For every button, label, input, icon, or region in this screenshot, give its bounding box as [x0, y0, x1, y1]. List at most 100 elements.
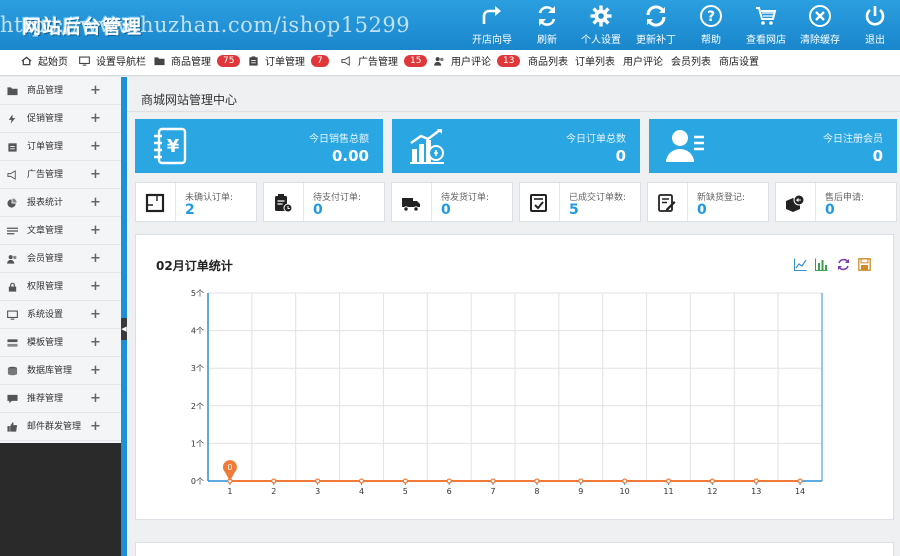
tool-label: 刷新: [537, 35, 557, 46]
mini-card-after-sales[interactable]: 售后申请: 0: [775, 182, 897, 222]
mini-value: 0: [825, 202, 835, 218]
tool-view-shop[interactable]: 查看网店: [741, 4, 791, 46]
tool-refresh[interactable]: 刷新: [522, 4, 572, 46]
expand-plus-icon[interactable]: +: [90, 161, 101, 189]
megaphone-icon: [7, 170, 16, 180]
sidebar-item-reports[interactable]: 报表统计 +: [0, 189, 121, 217]
sidebar-item-database[interactable]: 数据库管理 +: [0, 357, 121, 385]
stat-card-today-orders[interactable]: 今日订单总数 0: [392, 119, 640, 173]
expand-plus-icon[interactable]: +: [90, 329, 101, 357]
mark-point-label: 0: [227, 463, 232, 472]
nav-item-nav-settings[interactable]: 设置导航栏: [79, 50, 146, 76]
sidebar-item-members[interactable]: 会员管理 +: [0, 245, 121, 273]
mini-card-unconfirmed-orders[interactable]: 未确认订单: 2: [135, 182, 257, 222]
folder-icon: [154, 57, 165, 66]
nav-item-user-comments[interactable]: 用户评论 13: [434, 50, 521, 76]
y-tick-label: 4个: [191, 327, 204, 336]
y-tick-label: 5个: [191, 289, 204, 298]
expand-plus-icon[interactable]: +: [90, 77, 101, 105]
mini-card-unshipped-orders[interactable]: 待发货订单: 0: [391, 182, 513, 222]
top-bar: 网站后台管理 https://www.huzhan.com/ishop15299…: [0, 0, 900, 50]
nav-link-member-list[interactable]: 会员列表: [671, 50, 711, 76]
nav-item-ads[interactable]: 广告管理 15: [341, 50, 428, 76]
tool-clear-cache[interactable]: 清除缓存: [795, 4, 845, 46]
data-point: [446, 478, 452, 484]
sidebar-item-mass-email[interactable]: 邮件群发管理 +: [0, 413, 121, 441]
stat-card-today-members[interactable]: 今日注册会员 0: [649, 119, 897, 173]
expand-plus-icon[interactable]: +: [90, 189, 101, 217]
sidebar-item-templates[interactable]: 模板管理 +: [0, 329, 121, 357]
sidebar-item-articles[interactable]: 文章管理 +: [0, 217, 121, 245]
folder-icon: [7, 87, 18, 96]
expand-plus-icon[interactable]: +: [90, 105, 101, 133]
expand-plus-icon[interactable]: +: [90, 217, 101, 245]
square-icon: [145, 193, 165, 213]
expand-plus-icon[interactable]: +: [90, 133, 101, 161]
nav-link-shop-settings[interactable]: 商店设置: [719, 50, 759, 76]
sidebar-item-permissions[interactable]: 权限管理 +: [0, 273, 121, 301]
goods-count-badge: 75: [217, 55, 241, 67]
sidebar-item-orders[interactable]: 订单管理 +: [0, 133, 121, 161]
monitor-icon: [7, 310, 18, 320]
return-box-icon: [786, 194, 805, 212]
expand-plus-icon[interactable]: +: [90, 357, 101, 385]
mini-value: 0: [697, 202, 707, 218]
sidebar-item-system-settings[interactable]: 系统设置 +: [0, 301, 121, 329]
payment-clipboard-icon: [275, 194, 293, 213]
data-point: [709, 478, 715, 484]
sidebar-item-promotion[interactable]: 促销管理 +: [0, 105, 121, 133]
stat-card-today-sales[interactable]: ¥ 今日销售总额 0.00: [135, 119, 383, 173]
bolt-icon: [8, 114, 16, 124]
expand-plus-icon[interactable]: +: [90, 273, 101, 301]
x-tick-label: 1: [227, 487, 232, 496]
nav-link-user-comments[interactable]: 用户评论: [623, 50, 663, 76]
help-icon: ?: [700, 5, 722, 27]
nav-item-orders[interactable]: 订单管理 7: [248, 50, 329, 76]
title-divider: [127, 111, 900, 112]
sync-icon: [646, 5, 666, 27]
quick-nav-bar: 起始页 设置导航栏 商品管理 75 订单管理 7 广告管理 15 用户评论 13 商品列…: [0, 50, 900, 76]
mini-card-completed-orders[interactable]: 已成交订单数: 5: [519, 182, 641, 222]
clear-icon: [809, 5, 831, 27]
tool-help[interactable]: ? 帮助: [686, 4, 736, 46]
nav-link-goods-list[interactable]: 商品列表: [528, 50, 568, 76]
nav-item-goods[interactable]: 商品管理 75: [154, 50, 241, 76]
stat-value: 0.00: [331, 147, 369, 165]
expand-plus-icon[interactable]: +: [90, 301, 101, 329]
ads-count-badge: 15: [404, 55, 428, 67]
pie-chart-icon: [7, 198, 17, 208]
expand-plus-icon[interactable]: +: [90, 245, 101, 273]
tool-start-wizard[interactable]: 开店向导: [467, 4, 517, 46]
share-arrow-icon: [482, 6, 501, 24]
y-tick-label: 0个: [191, 477, 204, 486]
sidebar-item-recommend[interactable]: 推荐管理 +: [0, 385, 121, 413]
sidebar-item-goods[interactable]: 商品管理 +: [0, 77, 121, 105]
mini-card-stockout-registrations[interactable]: 新缺货登记: 0: [647, 182, 769, 222]
stat-label: 今日销售总额: [309, 134, 369, 145]
tool-label: 清除缓存: [800, 35, 840, 46]
sidebar-item-ads[interactable]: 广告管理 +: [0, 161, 121, 189]
stat-label: 今日订单总数: [566, 134, 626, 145]
x-tick-label: 5: [403, 487, 408, 496]
tool-label: 退出: [865, 35, 885, 46]
y-tick-label: 2个: [191, 402, 204, 411]
x-tick-label: 8: [534, 487, 539, 496]
list-icon: [7, 227, 18, 235]
x-tick-label: 7: [491, 487, 496, 496]
expand-plus-icon[interactable]: +: [90, 413, 101, 441]
nav-item-start-page[interactable]: 起始页: [21, 50, 68, 76]
lock-icon: [8, 282, 17, 292]
tool-update-patch[interactable]: 更新补丁: [631, 4, 681, 46]
y-tick-label: 3个: [191, 364, 204, 373]
nav-link-order-list[interactable]: 订单列表: [575, 50, 615, 76]
x-tick-label: 9: [578, 487, 583, 496]
mini-card-unpaid-orders[interactable]: 待支付订单: 0: [263, 182, 385, 222]
tool-logout[interactable]: 退出: [850, 4, 900, 46]
tool-label: 查看网店: [746, 35, 786, 46]
tool-personal-settings[interactable]: 个人设置: [576, 4, 626, 46]
x-tick-label: 4: [359, 487, 364, 496]
clipboard-icon: [249, 56, 258, 66]
order-line-chart: 0个1个2个3个4个5个1 2 3 4 5 6 7 8 9 10 11 12 13 140: [191, 289, 823, 496]
order-stats-chart-panel: 02月订单统计 0个 1个 2个 3个 4个 5个 1 2 3 4 5 6 7 8 9 10 11 12 13 14 0: [135, 234, 894, 520]
expand-plus-icon[interactable]: +: [90, 385, 101, 413]
